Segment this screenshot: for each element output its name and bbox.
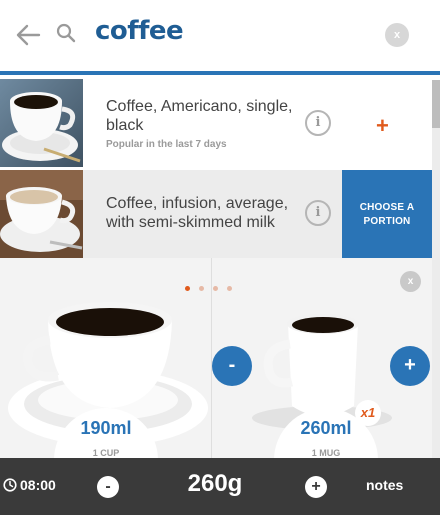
food-thumbnail-coffee-with-milk [0, 170, 83, 258]
food-thumbnail-black-coffee [0, 79, 83, 167]
portion-volume: 190ml [80, 418, 132, 438]
search-header: coffee x [0, 0, 440, 75]
bottom-bar: 08:00 - 260g + notes [0, 458, 440, 515]
quantity-increment-button[interactable]: + [305, 476, 327, 498]
info-button[interactable]: i [305, 110, 331, 136]
header-divider [0, 71, 440, 75]
pagination-dot[interactable] [185, 286, 190, 291]
search-icon [56, 23, 76, 43]
search-input[interactable]: coffee [95, 16, 184, 46]
pagination-dot[interactable] [213, 286, 218, 291]
portion-unit: 1 MUG [311, 448, 341, 458]
portion-volume: 260ml [300, 418, 352, 438]
close-portion-button[interactable]: x [400, 271, 421, 292]
result-subtitle: Popular in the last 7 days [106, 139, 227, 150]
result-title: Coffee, infusion, average, with semi-ski… [106, 195, 289, 231]
quantity-value[interactable]: 260g [170, 470, 260, 498]
carousel-pagination [185, 278, 241, 291]
meal-time-value: 08:00 [20, 477, 56, 493]
clear-search-button[interactable]: x [385, 23, 409, 47]
pagination-dot[interactable] [199, 286, 204, 291]
meal-time[interactable]: 08:00 [3, 477, 56, 493]
info-button[interactable]: i [305, 200, 331, 226]
choose-portion-button[interactable]: CHOOSE A PORTION [342, 170, 432, 258]
portion-decrement-button[interactable]: - [212, 346, 252, 386]
notes-button[interactable]: notes [366, 477, 403, 493]
back-arrow-icon[interactable] [14, 22, 42, 48]
scrollbar-track[interactable] [432, 80, 440, 460]
pagination-dot[interactable] [227, 286, 232, 291]
result-title: Coffee, Americano, single, black [106, 98, 293, 134]
portion-increment-button[interactable]: + [390, 346, 430, 386]
clock-icon [3, 478, 17, 492]
portion-multiplier-badge: x1 [355, 400, 381, 426]
quantity-decrement-button[interactable]: - [97, 476, 119, 498]
scrollbar-thumb[interactable] [432, 80, 440, 128]
result-item[interactable]: Coffee, Americano, single, black Popular… [0, 79, 432, 167]
portion-unit: 1 CUP [92, 448, 120, 458]
portion-carousel[interactable]: x - + 190ml 260ml 1 CUP 1 MUG [0, 258, 432, 458]
add-food-button[interactable]: + [376, 115, 389, 137]
